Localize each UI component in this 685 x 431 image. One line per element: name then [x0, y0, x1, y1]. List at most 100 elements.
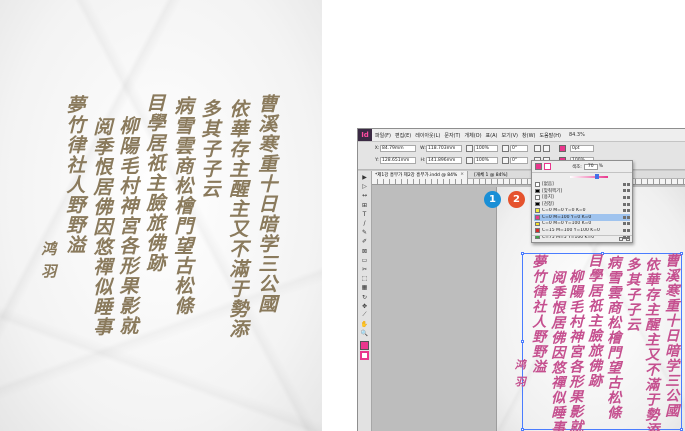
measure-tool-icon[interactable]: ⟋	[361, 311, 369, 319]
indesign-window: Id 파일(F) 편집(E) 레이아웃(L) 문자(T) 개체(O) 표(A) …	[357, 128, 685, 431]
page-calligraphy-column: 柳陽毛村神宮各形果影就	[567, 269, 584, 431]
scale-x-field[interactable]: 100%	[474, 145, 498, 152]
pasteboard[interactable]: 曹溪寒重十日暗学三公國 依華存主醒主又不滿于勢添 多其子子云 病雪雲商松檜門望古…	[372, 185, 685, 431]
swatch-row[interactable]: [맞춰찍기]	[534, 188, 630, 195]
stroke-toggle-icon[interactable]	[544, 163, 551, 170]
type-tool-icon[interactable]: T	[361, 210, 369, 218]
rectangle-frame-tool-icon[interactable]: ⊠	[361, 247, 369, 255]
pen-tool-icon[interactable]: ✎	[361, 229, 369, 237]
process-color-icon	[623, 215, 626, 219]
page-calligraphy-column: 目學居祇主臉旅佛跡	[586, 253, 603, 388]
gap-tool-icon[interactable]: ⊞	[361, 201, 369, 209]
free-transform-tool-icon[interactable]: ⬚	[361, 275, 369, 283]
rectangle-tool-icon[interactable]: ▭	[361, 256, 369, 264]
tint-slider-knob[interactable]	[594, 174, 599, 179]
swatch-name: [없음]	[542, 182, 554, 188]
fill-swatch[interactable]	[559, 145, 566, 152]
page-calligraphy-column: 多其子子云	[624, 257, 641, 332]
menu-help[interactable]: 도움말(H)	[539, 132, 560, 139]
page-calligraphy-signature: 鸿 羽	[513, 359, 527, 388]
page-tool-icon[interactable]: ↔	[361, 192, 369, 200]
calligraphy-column: 病雪雲商松檜門望古松條	[171, 96, 194, 316]
page-calligraphy-column: 病雪雲商松檜門望古松條	[605, 255, 622, 420]
process-color-icon	[627, 222, 630, 226]
delete-swatch-icon[interactable]	[626, 237, 630, 241]
stroke-weight-field[interactable]: 0pt	[570, 145, 594, 152]
new-swatch-icon[interactable]	[619, 237, 623, 241]
swatch-type-icons	[622, 195, 630, 199]
swatch-color-chip	[535, 221, 540, 227]
menu-file[interactable]: 파일(F)	[375, 132, 391, 139]
pencil-tool-icon[interactable]: ✐	[361, 238, 369, 246]
fill-color-icon[interactable]	[360, 341, 369, 351]
swatch-type-icons	[622, 209, 630, 213]
menu-layout[interactable]: 레이아웃(L)	[415, 132, 440, 139]
calligraphy-photo: 曹溪寒重十日暗学三公國 依華存主醒主又不滿于勢添 多其子子云 病雪雲商松檜門望古…	[0, 0, 322, 431]
swatch-color-chip	[535, 215, 540, 220]
swatch-row[interactable]: [검정]	[534, 201, 630, 208]
process-color-icon	[627, 182, 630, 186]
swatch-name: [용지]	[542, 195, 554, 201]
w-field[interactable]: 118.703mm	[426, 145, 462, 152]
swatch-row[interactable]: C=0 M=100 Y=0 K=0	[534, 213, 630, 221]
process-color-icon	[627, 228, 630, 232]
menu-object[interactable]: 개체(O)	[465, 132, 482, 139]
rotate-tool-icon[interactable]: ↻	[361, 293, 369, 301]
swatch-row[interactable]: [용지]	[534, 194, 630, 201]
process-color-icon	[627, 202, 630, 206]
hand-tool-icon[interactable]: ✋	[361, 321, 369, 329]
step-badge-1: 1	[484, 191, 501, 208]
x-field[interactable]: 84.79mm	[380, 145, 416, 152]
zoom-readout[interactable]: 84.3%	[569, 132, 585, 138]
swatch-color-chip	[535, 195, 540, 200]
swatch-list: [없음] [맞춰찍기] [용지] [검정] C=0 M=0 Y=0 K=0 C=0 M=1…	[534, 181, 630, 240]
process-color-icon	[623, 182, 626, 186]
swatch-row[interactable]: C=15 M=100 Y=100 K=0	[534, 227, 630, 234]
menu-window[interactable]: 창(W)	[522, 132, 535, 139]
zoom-tool-icon[interactable]: 🔍	[361, 330, 369, 338]
line-tool-icon[interactable]: /	[361, 220, 369, 228]
eyedropper-tool-icon[interactable]: ✥	[361, 302, 369, 310]
page-calligraphy-column: 依華存主醒主又不滿于勢添	[643, 257, 660, 431]
process-color-icon	[627, 189, 630, 193]
menu-view[interactable]: 보기(V)	[501, 132, 518, 139]
menu-edit[interactable]: 편집(E)	[395, 132, 411, 139]
swatch-type-icons	[622, 228, 630, 232]
fill-stroke-toggle-icon[interactable]	[535, 163, 542, 170]
process-color-icon	[623, 189, 626, 193]
document-tab-bar: *제1강 흥부가 제2강 흥부가.indd @ 84% × [개체 1 @ 84…	[372, 170, 685, 179]
swatch-row[interactable]: [없음]	[534, 181, 630, 188]
resize-handle[interactable]	[680, 252, 683, 255]
swatch-row[interactable]: C=0 M=0 Y=0 K=0	[534, 207, 630, 214]
y-field[interactable]: 128.651mm	[380, 157, 416, 164]
process-color-icon	[623, 209, 626, 213]
swatch-type-icons	[622, 222, 630, 226]
close-icon[interactable]: ×	[460, 172, 464, 177]
scissors-tool-icon[interactable]: ✂	[361, 265, 369, 273]
gradient-tool-icon[interactable]: ▦	[361, 284, 369, 292]
rotate-icon[interactable]	[534, 145, 541, 152]
indesign-logo: Id	[358, 129, 372, 141]
menu-bar: Id 파일(F) 편집(E) 레이아웃(L) 문자(T) 개체(O) 표(A) …	[358, 129, 685, 142]
angle-field[interactable]: 0°	[510, 145, 528, 152]
tint-field[interactable]: 70	[583, 163, 598, 170]
menu-type[interactable]: 문자(T)	[444, 132, 460, 139]
flip-icon[interactable]	[543, 145, 550, 152]
menu-table[interactable]: 표(A)	[486, 132, 498, 139]
stroke-color-icon[interactable]	[360, 351, 369, 361]
calligraphy-signature: 鸿 羽	[39, 241, 58, 280]
swatch-color-chip	[535, 228, 540, 233]
process-color-icon	[623, 195, 626, 199]
selection-tool-icon[interactable]: ▶	[361, 174, 369, 182]
tint-slider[interactable]	[570, 174, 608, 179]
resize-handle[interactable]	[521, 340, 524, 343]
swatch-name: C=0 M=0 Y=100 K=0	[542, 221, 592, 227]
direct-selection-tool-icon[interactable]: ▷	[361, 183, 369, 191]
document-tab[interactable]: *제1강 흥부가 제2강 흥부가.indd @ 84% ×	[372, 170, 469, 179]
scale-y-field[interactable]: 100%	[474, 157, 498, 164]
process-color-icon	[623, 202, 626, 206]
resize-handle[interactable]	[521, 252, 524, 255]
h-field[interactable]: 141.896mm	[426, 157, 462, 164]
swatch-row[interactable]: C=0 M=0 Y=100 K=0	[534, 221, 630, 228]
shear-field[interactable]: 0°	[510, 157, 528, 164]
